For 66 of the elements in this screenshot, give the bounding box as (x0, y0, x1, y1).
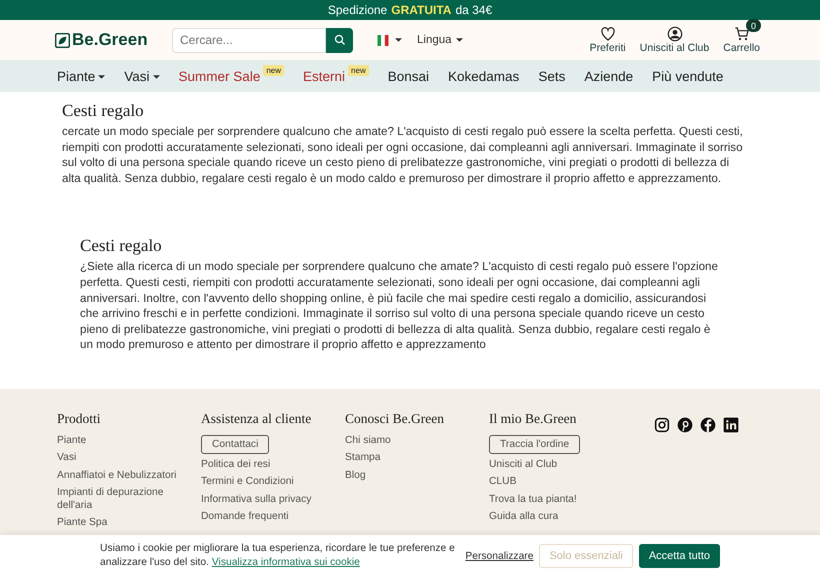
linkedin-icon[interactable] (723, 416, 739, 433)
footer-link[interactable]: Stampa (345, 452, 380, 465)
customize-link[interactable]: Personalizzare (465, 550, 534, 562)
promo-text: da 34€ (455, 3, 492, 17)
section-heading: Cesti regalo (62, 101, 145, 121)
footer-link[interactable]: Vasi (57, 452, 76, 465)
nav-item[interactable]: Bonsai (388, 68, 430, 84)
cart-icon (734, 26, 750, 42)
accept-all-button[interactable]: Accetta tutto (638, 544, 720, 568)
nav-item[interactable]: Esterni (303, 68, 346, 84)
footer-link[interactable]: CLUB (489, 476, 516, 489)
section-paragraph: ¿Siete alla ricerca di un modo speciale per sorprendere qualcuno che amate? L'acquisto di cesti regalo può essere l'opzione perfetta. Questi cesti, riempiti con prodotti accuratamente selezionati, sono ideali per ogni occasione, dai compleanni agli anniversari. Inoltre, con l'avvento dello shopping online, è più facile che mai spedire cesti regalo a domicilio, assicurandosi che arrivino freschi e in perfette condizioni. Immaginate il sorriso sul volto di una persona speciale quando riceve un cesto pieno di prelibatezze gastronomiche, vini pregiati o prodotti di bellezza di alta qualità. Senza dubbio, regalare cesti regalo è un modo premuroso e attento per dimostrare il proprio affetto e apprezzamento (80, 259, 719, 353)
footer-link[interactable]: Informativa sulla privacy (201, 494, 312, 506)
search-field[interactable]: Cercare... (172, 28, 326, 52)
footer-link[interactable]: Piante (57, 434, 86, 448)
footer-heading: Prodotti (57, 410, 101, 427)
footer-link[interactable]: Annaffiatoi e Nebulizzatori (57, 470, 176, 482)
footer-heading: Conosci Be.Green (345, 410, 444, 427)
nav-item[interactable]: Piante (57, 68, 106, 84)
footer-link[interactable]: Piante Spa (57, 517, 108, 530)
heart-icon (600, 26, 616, 42)
footer-button[interactable]: Contattaci (201, 434, 270, 454)
footer-link[interactable]: Guida alla cura (489, 511, 558, 524)
nav-item[interactable]: Kokedamas (448, 68, 520, 84)
flag-selector[interactable] (375, 34, 402, 46)
caret-icon (395, 38, 402, 42)
account-button[interactable]: Unisciti al Club (640, 26, 710, 54)
footer-link[interactable]: Chi siamo (345, 434, 391, 448)
pinterest-icon[interactable] (677, 416, 693, 433)
section-paragraph: cercate un modo speciale per sorprendere qualcuno che amate? L'acquisto di cesti regalo può essere la scelta perfetta. Questi cesti, riempiti con prodotti accuratamente selezionati, sono ideali per ogni occasione, dai compleanni agli anniversari. Immaginate il sorriso sul volto di una persona speciale quando riceve un cesto pieno di prelibatezze gastronomiche, vini pregiati o prodotti di bellezza di alta qualità. Senza dubbio, regalare cesti regalo è un modo caldo e premuroso per dimostrare il proprio affetto e apprezzamento. (62, 124, 744, 186)
logo[interactable]: Be.Green (55, 30, 172, 50)
footer-link[interactable]: Domande frequenti (201, 511, 289, 524)
nav-item[interactable]: Più vendute (652, 68, 724, 84)
footer-link[interactable]: Blog (345, 470, 366, 482)
new-badge: new (263, 64, 284, 76)
footer-link[interactable]: Termini e Condizioni (201, 476, 294, 489)
footer-link[interactable]: Politica dei resi (201, 458, 270, 472)
section-heading: Cesti regalo (80, 236, 163, 256)
nav-item[interactable]: Vasi (124, 68, 160, 84)
promo-text: Spedizione (328, 3, 388, 17)
caret-icon (152, 74, 160, 78)
cookie-policy-link[interactable]: Visualizza informativa sui cookie (212, 557, 360, 568)
wishlist-button[interactable]: Preferiti (590, 26, 626, 54)
footer-button[interactable]: Traccia l'ordine (489, 434, 580, 454)
leaf-icon (55, 32, 70, 48)
footer-heading: Assistenza al cliente (201, 410, 312, 427)
facebook-icon[interactable] (700, 416, 716, 433)
nav-item[interactable]: Sets (538, 68, 566, 84)
footer-link[interactable]: Unisciti al Club (489, 458, 558, 472)
search-icon (334, 34, 346, 46)
cart-count-badge: 0 (746, 19, 761, 32)
cookie-message: Usiamo i cookie per migliorare la tua esperienza, ricordare le tue preferenze e analizzare l'uso del sito. Visualizza informativa sui cookie (100, 542, 456, 570)
instagram-icon[interactable] (654, 416, 670, 433)
nav-item[interactable]: Summer Sale (178, 68, 260, 84)
caret-icon (456, 38, 463, 42)
caret-icon (98, 74, 106, 78)
promo-text: GRATUITA (391, 3, 452, 17)
search-button[interactable] (326, 28, 353, 52)
footer-heading: Il mio Be.Green (489, 410, 576, 427)
new-badge: new (348, 64, 369, 76)
user-icon (666, 26, 682, 42)
footer-link[interactable]: Impianti di depurazione dell'aria (57, 487, 187, 512)
language-selector[interactable]: Lingua (417, 34, 463, 46)
nav-item[interactable]: Aziende (584, 68, 634, 84)
footer-link[interactable]: Trova la tua pianta! (489, 494, 577, 506)
italy-flag-icon (375, 34, 391, 46)
